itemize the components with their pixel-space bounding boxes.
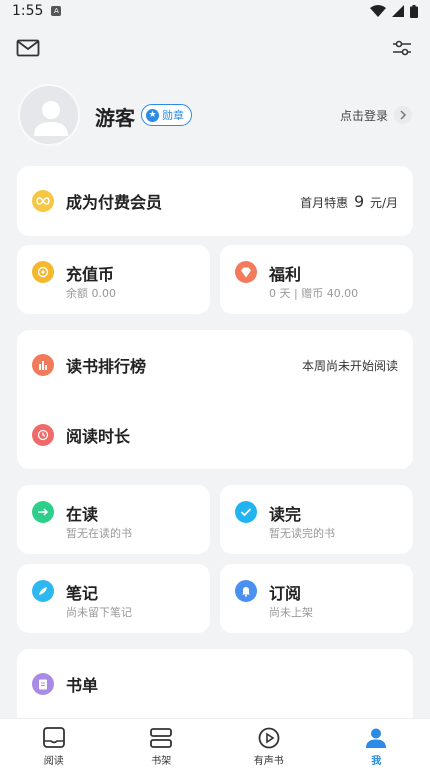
coin-icon	[32, 261, 54, 283]
vip-offer-price: 9	[353, 191, 365, 211]
tab-me[interactable]: 我	[323, 719, 430, 770]
subscribe-title: 订阅	[269, 584, 302, 603]
reading-title: 在读	[66, 505, 99, 524]
mail-icon[interactable]	[16, 38, 40, 58]
tab-bookshelf[interactable]: 书架	[108, 719, 216, 770]
stats-card: 读书排行榜 本周尚未开始阅读 阅读时长	[17, 330, 413, 469]
status-time: 1:55	[12, 3, 44, 19]
tab-audiobook[interactable]: 有声书	[215, 719, 323, 770]
welfare-card[interactable]: 福利 0 天 | 赠币 40.00	[220, 245, 413, 314]
vip-title: 成为付费会员	[66, 193, 163, 212]
profile-header: 游客 ★ 勋章 点击登录	[0, 84, 430, 148]
tablet-icon	[42, 727, 65, 748]
vip-card[interactable]: 成为付费会员 首月特惠 9 元/月	[17, 166, 413, 236]
ranking-title: 读书排行榜	[66, 357, 147, 376]
clock-icon	[32, 424, 54, 446]
reading-sub: 暂无在读的书	[66, 527, 132, 540]
ranking-status: 本周尚未开始阅读	[301, 358, 398, 373]
bottom-tab-bar: 阅读 书架 有声书 我	[0, 718, 430, 770]
tab-audiobook-label: 有声书	[253, 756, 284, 767]
sim-icon: A	[51, 6, 62, 16]
chevron-right-icon	[394, 106, 412, 124]
notes-title: 笔记	[66, 584, 99, 603]
booklist-title: 书单	[66, 676, 99, 695]
status-bar: 1:55 A	[0, 0, 430, 22]
bell-icon	[235, 580, 257, 602]
medal-badge-label: 勋章	[162, 109, 184, 122]
cell-signal-icon	[392, 5, 404, 17]
star-icon: ★	[146, 108, 159, 122]
tab-read-label: 阅读	[43, 756, 64, 767]
recharge-title: 充值币	[66, 265, 115, 284]
diamond-icon	[235, 261, 257, 283]
welfare-title: 福利	[269, 265, 302, 284]
list-document-icon	[32, 673, 54, 695]
feather-icon	[32, 580, 54, 602]
vip-offer: 首月特惠 9 元/月	[300, 192, 398, 211]
notes-sub: 尚未留下笔记	[66, 606, 132, 619]
reading-card[interactable]: 在读 暂无在读的书	[17, 485, 210, 554]
bar-chart-icon	[32, 354, 54, 376]
infinity-icon	[32, 190, 54, 212]
duration-title: 阅读时长	[66, 427, 131, 446]
booklist-card[interactable]: 书单	[17, 649, 413, 729]
person-icon	[366, 728, 387, 748]
bookshelf-icon	[150, 728, 173, 748]
recharge-balance: 余额 0.00	[66, 287, 116, 300]
tab-read[interactable]: 阅读	[0, 719, 108, 770]
medal-badge-button[interactable]: ★ 勋章	[141, 104, 192, 126]
default-avatar-icon	[34, 101, 68, 136]
finished-sub: 暂无读完的书	[269, 527, 335, 540]
notes-card[interactable]: 笔记 尚未留下笔记	[17, 564, 210, 633]
recharge-card[interactable]: 充值币 余额 0.00	[17, 245, 210, 314]
arrow-right-icon	[32, 501, 54, 523]
login-button[interactable]: 点击登录	[340, 106, 412, 124]
tab-me-label: 我	[371, 756, 382, 767]
checkmark-icon	[235, 501, 257, 523]
subscribe-sub: 尚未上架	[269, 606, 313, 619]
welfare-info: 0 天 | 赠币 40.00	[269, 287, 359, 300]
avatar[interactable]	[18, 84, 80, 146]
finished-card[interactable]: 读完 暂无读完的书	[220, 485, 413, 554]
username: 游客	[95, 106, 135, 130]
ranking-row[interactable]: 读书排行榜 本周尚未开始阅读	[17, 354, 413, 376]
vip-offer-prefix: 首月特惠	[300, 195, 349, 210]
tab-bookshelf-label: 书架	[151, 756, 172, 767]
vip-offer-unit: 元/月	[369, 195, 398, 210]
duration-row[interactable]: 阅读时长	[17, 424, 413, 446]
subscribe-card[interactable]: 订阅 尚未上架	[220, 564, 413, 633]
top-bar	[0, 34, 430, 64]
finished-title: 读完	[269, 505, 302, 524]
settings-sliders-icon[interactable]	[390, 36, 414, 60]
battery-icon	[410, 4, 418, 18]
play-circle-icon	[258, 727, 280, 749]
login-label: 点击登录	[339, 108, 388, 123]
wifi-icon	[370, 5, 386, 17]
